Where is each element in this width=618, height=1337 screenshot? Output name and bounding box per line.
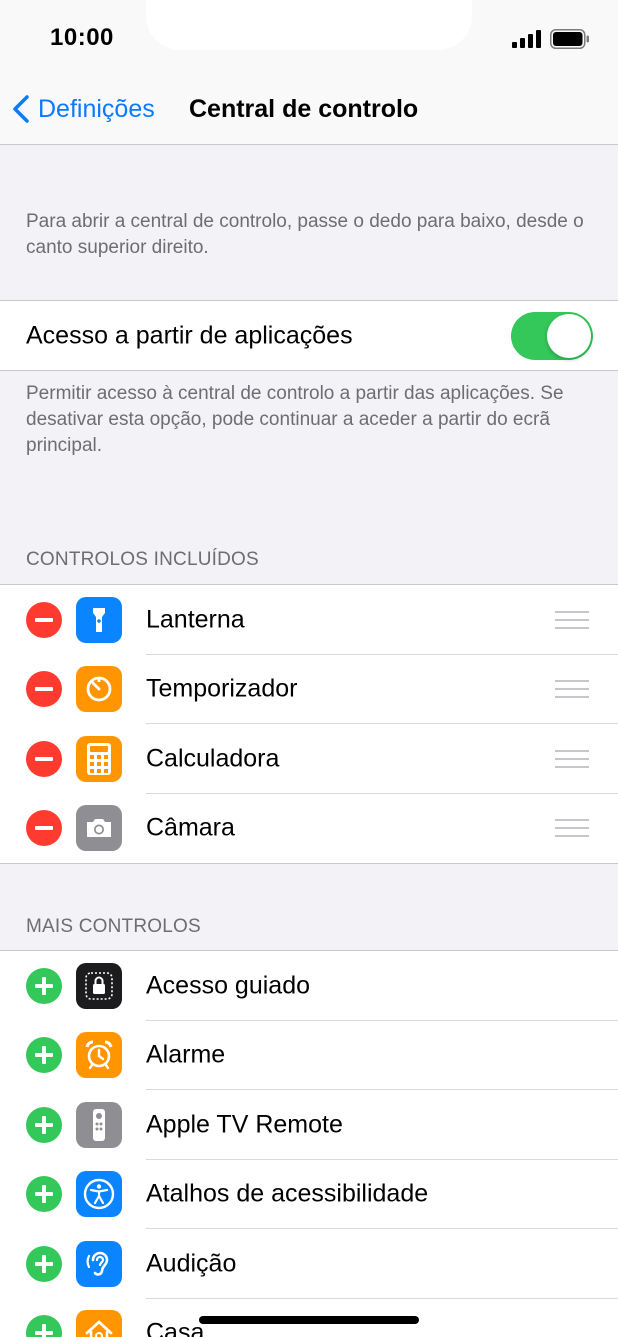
access-footnote: Permitir acesso à central de controlo a … — [26, 383, 564, 456]
more-row-apple-tv-remote: Apple TV Remote — [0, 1090, 618, 1160]
reorder-handle-icon[interactable] — [555, 680, 589, 699]
hearing-icon — [76, 1240, 122, 1287]
control-label: Atalhos de acessibilidade — [146, 1179, 429, 1208]
included-row-camara: Câmara — [0, 794, 618, 864]
apple-tv-remote-icon — [76, 1101, 122, 1148]
control-label: Lanterna — [146, 605, 245, 634]
access-toggle-label: Acesso a partir de aplicações — [26, 321, 353, 349]
status-time: 10:00 — [50, 24, 114, 51]
included-controls-group: Lanterna Temporizador Calculadora Câmara — [0, 584, 618, 864]
calculator-icon — [76, 735, 122, 782]
back-button[interactable]: Definições — [12, 91, 155, 127]
add-button[interactable] — [26, 1245, 62, 1282]
home-icon — [76, 1310, 122, 1337]
access-toggle-row: Acesso a partir de aplicações — [0, 301, 618, 370]
cellular-signal-icon — [512, 30, 541, 48]
add-button[interactable] — [26, 1315, 62, 1337]
more-row-alarme: Alarme — [0, 1021, 618, 1090]
control-label: Casa — [146, 1318, 205, 1337]
page-title: Central de controlo — [189, 95, 419, 123]
add-button[interactable] — [26, 967, 62, 1004]
included-row-calculadora: Calculadora — [0, 724, 618, 794]
home-indicator[interactable] — [199, 1316, 419, 1324]
notch — [146, 0, 472, 50]
remove-button[interactable] — [26, 671, 62, 708]
more-row-audicao: Audição — [0, 1229, 618, 1299]
navigation-bar: Definições Central de controlo — [0, 75, 618, 145]
more-controls-header: MAIS CONTROLOS — [26, 916, 201, 937]
included-controls-header: CONTROLOS INCLUÍDOS — [26, 549, 259, 570]
battery-icon — [550, 29, 589, 49]
chevron-left-icon — [13, 95, 29, 123]
control-label: Calculadora — [146, 744, 280, 773]
control-label: Câmara — [146, 813, 235, 842]
accessibility-icon — [76, 1171, 122, 1218]
add-button[interactable] — [26, 1176, 62, 1213]
timer-icon — [76, 666, 122, 713]
remove-button[interactable] — [26, 740, 62, 777]
control-label: Acesso guiado — [146, 971, 311, 1000]
intro-description: Para abrir a central de controlo, passe … — [26, 211, 584, 258]
reorder-handle-icon[interactable] — [555, 749, 589, 768]
flashlight-icon — [76, 596, 122, 643]
add-button[interactable] — [26, 1037, 62, 1074]
remove-button[interactable] — [26, 601, 62, 638]
add-button[interactable] — [26, 1106, 62, 1143]
control-label: Alarme — [146, 1040, 226, 1069]
control-label: Temporizador — [146, 674, 298, 703]
more-controls-group: Acesso guiado Alarme Apple TV Remote Ata… — [0, 950, 618, 1337]
status-bar: 10:00 — [0, 0, 618, 75]
guided-access-icon — [76, 962, 122, 1009]
phone-screen: 10:00 Definições Central de controlo Par… — [0, 0, 618, 1337]
camera-icon — [76, 805, 122, 852]
reorder-handle-icon[interactable] — [555, 610, 589, 629]
reorder-handle-icon[interactable] — [555, 819, 589, 838]
remove-button[interactable] — [26, 810, 62, 847]
access-toggle-switch[interactable] — [511, 312, 593, 360]
toggle-knob — [547, 314, 591, 358]
included-row-lanterna: Lanterna — [0, 585, 618, 655]
included-row-temporizador: Temporizador — [0, 655, 618, 724]
control-label: Apple TV Remote — [146, 1110, 343, 1139]
more-row-acesso-guiado: Acesso guiado — [0, 951, 618, 1021]
more-row-atalhos-acessibilidade: Atalhos de acessibilidade — [0, 1160, 618, 1229]
access-toggle-group: Acesso a partir de aplicações — [0, 300, 618, 371]
alarm-icon — [76, 1032, 122, 1079]
control-label: Audição — [146, 1249, 237, 1278]
back-button-label: Definições — [38, 94, 155, 123]
